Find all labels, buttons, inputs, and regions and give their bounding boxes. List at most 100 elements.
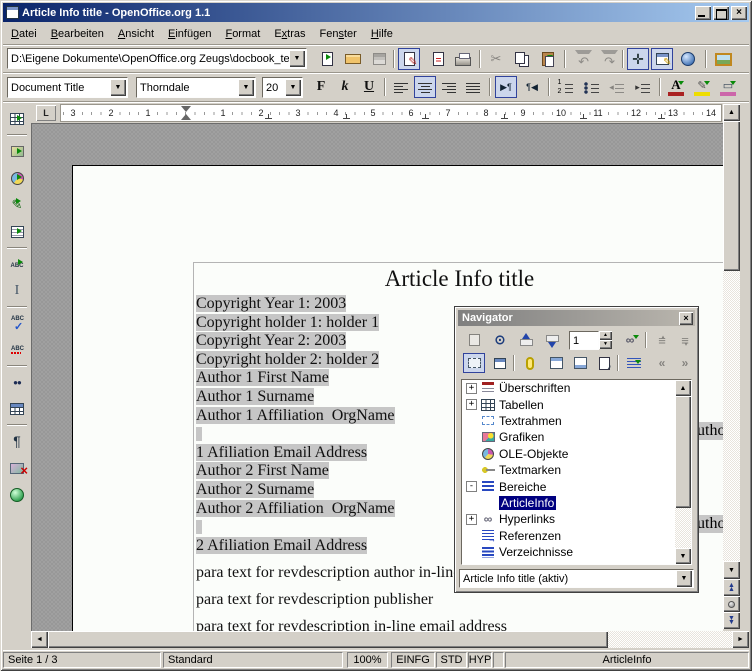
navigator-title-bar[interactable]: Navigator × (458, 310, 695, 326)
right-to-left-button[interactable] (521, 76, 543, 98)
tree-item-tabellen[interactable]: + Tabellen (462, 396, 691, 412)
direct-cursor-button[interactable] (6, 280, 28, 302)
previous-object-button[interactable] (515, 330, 537, 350)
anchor-text-button[interactable] (593, 353, 615, 373)
previous-page-button[interactable]: ▲▲ (723, 579, 740, 596)
hyperlink-dialog-button[interactable] (677, 48, 699, 70)
highlighting-button[interactable] (691, 76, 713, 98)
header-button[interactable] (545, 353, 567, 373)
font-name-combobox[interactable]: Thorndale ▼ (136, 77, 256, 98)
active-document-dropdown-button[interactable]: ▼ (676, 570, 692, 587)
close-button[interactable]: × (731, 6, 747, 20)
status-selection-mode[interactable]: STD (436, 652, 467, 668)
font-size-combobox[interactable]: 20 ▼ (262, 77, 303, 98)
size-dropdown-button[interactable]: ▼ (285, 79, 301, 96)
tree-item-textmarken[interactable]: Textmarken (462, 462, 691, 478)
menu-bearbeiten[interactable]: Bearbeiten (44, 25, 111, 43)
vertical-scroll-thumb[interactable] (723, 121, 740, 271)
spin-up-button[interactable]: ▲ (599, 331, 612, 340)
scroll-up-button[interactable]: ▲ (723, 104, 740, 121)
menu-extras[interactable]: Extras (267, 25, 312, 43)
paragraph-style-combobox[interactable]: Document Title ▼ (7, 77, 128, 98)
tree-item-ueberschriften[interactable]: + Überschriften (462, 380, 691, 396)
increase-indent-button[interactable] (632, 76, 654, 98)
nonprinting-characters-button[interactable] (6, 430, 28, 452)
online-layout-button[interactable] (6, 484, 28, 506)
outline-level-button[interactable] (623, 353, 645, 373)
insert-button[interactable] (6, 140, 28, 162)
set-reminder-button[interactable] (519, 353, 541, 373)
find-replace-button[interactable] (6, 371, 28, 393)
justify-button[interactable] (462, 76, 484, 98)
draw-functions-button[interactable] (6, 194, 28, 216)
align-left-button[interactable] (390, 76, 412, 98)
minimize-button[interactable] (695, 6, 711, 20)
tree-item-verzeichnisse[interactable]: Verzeichnisse (462, 544, 691, 560)
tree-item-hyperlinks[interactable]: + Hyperlinks (462, 511, 691, 527)
scroll-right-button[interactable]: ► (732, 631, 749, 648)
url-combobox[interactable]: D:\Eigene Dokumente\OpenOffice.org Zeugs… (7, 48, 307, 69)
numbered-list-button[interactable] (554, 76, 576, 98)
open-button[interactable] (342, 48, 364, 70)
expand-icon[interactable]: + (466, 399, 477, 410)
navigator-close-button[interactable]: × (679, 312, 693, 325)
font-color-button[interactable]: A (665, 76, 687, 98)
bold-button[interactable]: F (310, 76, 332, 98)
insert-table-button[interactable] (6, 108, 28, 130)
tree-item-referenzen[interactable]: Referenzen (462, 528, 691, 544)
navigation-button[interactable] (723, 596, 740, 612)
maximize-button[interactable] (713, 6, 729, 20)
url-dropdown-button[interactable]: ▼ (289, 50, 305, 67)
navigation-toolbox-button[interactable] (489, 330, 511, 350)
copy-button[interactable] (511, 48, 533, 70)
align-right-button[interactable] (438, 76, 460, 98)
paragraph-style-value[interactable]: Document Title (8, 82, 110, 94)
paste-button[interactable] (537, 48, 559, 70)
scroll-left-button[interactable]: ◄ (31, 631, 48, 648)
menu-hilfe[interactable]: Hilfe (364, 25, 400, 43)
data-sources-button[interactable] (6, 398, 28, 420)
stylist-button[interactable] (651, 48, 673, 70)
next-object-button[interactable] (541, 330, 563, 350)
auto-spellcheck-button[interactable] (6, 339, 28, 361)
active-document-value[interactable]: Article Info title (aktiv) (460, 573, 676, 585)
expand-icon[interactable]: + (466, 383, 477, 394)
page-number-field[interactable]: 1 (569, 331, 599, 350)
tree-scroll-thumb[interactable] (675, 396, 691, 508)
spellcheck-button[interactable] (6, 312, 28, 334)
tree-item-textrahmen[interactable]: Textrahmen (462, 413, 691, 429)
scroll-down-button[interactable]: ▼ (723, 561, 740, 579)
font-size-value[interactable]: 20 (263, 82, 285, 94)
left-to-right-button[interactable] (495, 76, 517, 98)
new-document-button[interactable] (316, 48, 338, 70)
drag-mode-button[interactable] (619, 330, 641, 350)
status-hyperlink-mode[interactable]: HYP (468, 652, 492, 668)
export-pdf-button[interactable] (427, 48, 449, 70)
next-page-button[interactable]: ▼▼ (723, 612, 740, 629)
content-view-button[interactable] (489, 353, 511, 373)
active-document-combobox[interactable]: Article Info title (aktiv) ▼ (459, 569, 694, 588)
graphics-on-off-button[interactable] (6, 457, 28, 479)
tree-scroll-up-button[interactable]: ▲ (675, 380, 691, 396)
url-value[interactable]: D:\Eigene Dokumente\OpenOffice.org Zeugs… (8, 53, 289, 65)
underline-button[interactable]: U (358, 76, 380, 98)
horizontal-scroll-thumb[interactable] (48, 631, 608, 648)
status-insert-mode[interactable]: EINFG (391, 652, 435, 668)
expand-icon[interactable]: + (466, 514, 477, 525)
tree-item-grafiken[interactable]: Grafiken (462, 429, 691, 445)
status-page-style[interactable]: Standard (163, 652, 343, 668)
footer-button[interactable] (569, 353, 591, 373)
indent-marker[interactable] (181, 106, 191, 120)
menu-format[interactable]: Format (218, 25, 267, 43)
menu-ansicht[interactable]: Ansicht (111, 25, 161, 43)
tree-item-bereiche[interactable]: - Bereiche (462, 478, 691, 494)
align-center-button[interactable] (414, 76, 436, 98)
selected-tree-item[interactable]: ArticleInfo (499, 496, 556, 510)
navigator-button[interactable] (627, 48, 649, 70)
list-box-toggle-button[interactable] (463, 353, 485, 373)
style-dropdown-button[interactable]: ▼ (110, 79, 126, 96)
italic-button[interactable]: k (334, 76, 356, 98)
bullet-list-button[interactable] (580, 76, 602, 98)
status-zoom[interactable]: 100% (347, 652, 388, 668)
tab-type-selector[interactable]: L (36, 105, 56, 121)
